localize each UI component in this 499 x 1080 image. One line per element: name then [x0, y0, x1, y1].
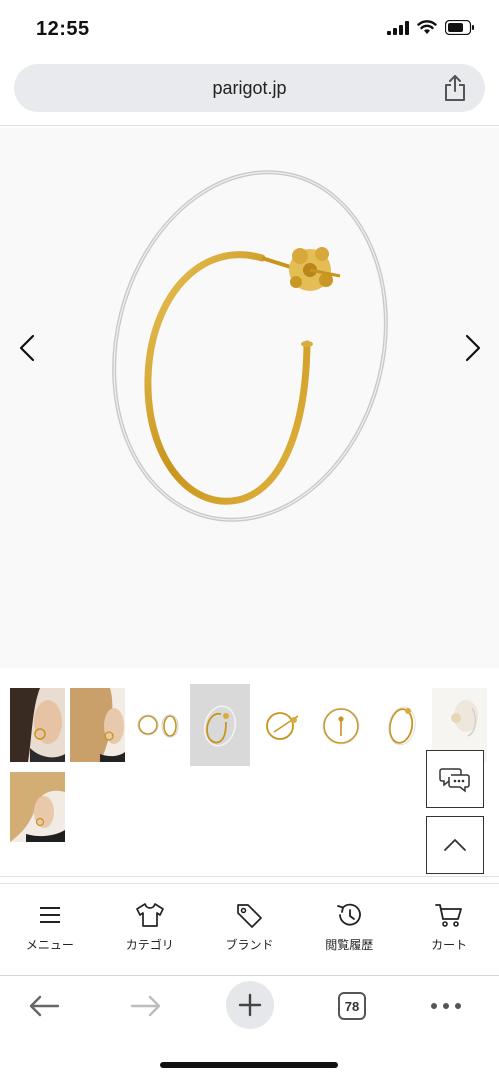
- thumbnail-model-wearing-earring[interactable]: [10, 688, 65, 762]
- menu-icon: [39, 907, 60, 923]
- cart-icon: [435, 904, 462, 927]
- chevron-right-icon: [465, 334, 481, 362]
- gold-silver-hoop-earring: [112, 170, 388, 522]
- thumbnail-earring-front[interactable]: [314, 688, 369, 762]
- share-icon[interactable]: [443, 74, 467, 102]
- chevron-up-icon: [444, 839, 466, 851]
- status-time: 12:55: [36, 18, 90, 40]
- nav-label-brand: ブランド: [225, 938, 274, 952]
- nav-brand[interactable]: ブランド: [200, 884, 300, 974]
- tag-icon: [237, 904, 263, 928]
- nav-menu[interactable]: メニュー: [0, 884, 100, 974]
- nav-label-menu: メニュー: [25, 938, 74, 952]
- product-image-carousel[interactable]: [0, 128, 499, 668]
- chat-bubbles-icon: [439, 768, 470, 793]
- thumbnail-model-blonde[interactable]: [70, 688, 125, 762]
- earring-angle-icon: [374, 688, 429, 762]
- hoop-earring-icon: [203, 705, 237, 747]
- arrow-left-icon: [29, 995, 60, 1017]
- thumbnail-hoop-earring-selected[interactable]: [190, 684, 250, 766]
- chat-button[interactable]: [426, 750, 484, 808]
- earring-pair-icon: [130, 688, 185, 762]
- nav-cart[interactable]: カート: [399, 884, 499, 974]
- tab-switcher-button[interactable]: 78: [336, 990, 368, 1022]
- browser-back-button[interactable]: [24, 984, 64, 1028]
- model-blonde-side-photo: [70, 688, 125, 762]
- model-wearing-earring-photo: [10, 688, 65, 762]
- arrow-right-icon: [130, 995, 161, 1017]
- battery-icon: [445, 20, 474, 35]
- nav-history[interactable]: 閲覧履歴: [299, 884, 399, 974]
- previous-image-button[interactable]: [12, 328, 42, 368]
- tshirt-icon: [135, 903, 164, 927]
- new-tab-button[interactable]: [226, 981, 274, 1029]
- more-dots-icon: [431, 1003, 461, 1009]
- chevron-left-icon: [19, 334, 35, 362]
- earring-side-icon: [254, 688, 309, 762]
- nav-label-category: カテゴリ: [125, 938, 174, 952]
- more-options-button[interactable]: [428, 984, 464, 1028]
- plus-icon: [238, 993, 262, 1017]
- earring-back-clutch: [289, 247, 341, 291]
- browser-forward-button[interactable]: [126, 984, 166, 1028]
- site-bottom-nav: メニュー カテゴリ ブランド 閲覧履歴 カート: [0, 884, 499, 974]
- thumbnail-earring-angle[interactable]: [374, 688, 429, 762]
- next-image-button[interactable]: [458, 328, 488, 368]
- thumbnail-earring-side[interactable]: [254, 688, 309, 762]
- history-icon: [337, 903, 362, 926]
- nav-label-cart: カート: [431, 938, 468, 952]
- thumbnail-earring-pair[interactable]: [130, 688, 185, 762]
- signal-icon: [387, 20, 409, 35]
- browser-toolbar: 78: [0, 976, 499, 1036]
- thumbnail-model-ear[interactable]: [10, 772, 65, 842]
- status-icons: [387, 20, 475, 35]
- status-bar: 12:55: [0, 0, 499, 60]
- scroll-to-top-button[interactable]: [426, 816, 484, 874]
- tab-count: 78: [338, 992, 366, 1020]
- header-divider: [0, 125, 499, 126]
- wifi-icon: [417, 20, 437, 34]
- home-indicator: [160, 1062, 338, 1068]
- url-text: parigot.jp: [212, 78, 287, 98]
- nav-category[interactable]: カテゴリ: [100, 884, 200, 974]
- content-divider: [0, 876, 499, 877]
- model-ear-photo: [10, 772, 65, 842]
- address-bar[interactable]: parigot.jp: [14, 64, 485, 112]
- earring-front-icon: [314, 688, 369, 762]
- nav-label-history: 閲覧履歴: [325, 938, 374, 952]
